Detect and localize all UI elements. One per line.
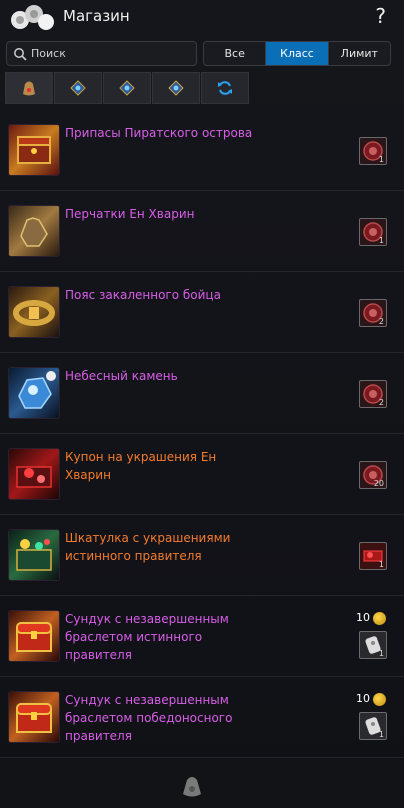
shop-panel: Магазин ? Все Класс Лимит — [0, 0, 404, 808]
tab-bag[interactable] — [5, 72, 53, 104]
filter-limit[interactable]: Лимит — [327, 42, 390, 65]
item-belt-icon — [8, 286, 60, 338]
refresh-icon — [218, 81, 232, 95]
list-item[interactable]: Небесный камень 2 — [0, 353, 404, 434]
search-box[interactable] — [6, 41, 197, 66]
token-icon: 1 — [359, 218, 387, 246]
cost-quantity: 1 — [378, 649, 384, 658]
item-name: Небесный камень — [65, 369, 178, 383]
item-name: Перчатки Ен Хварин — [65, 207, 195, 221]
gold-price: 10 — [356, 611, 370, 624]
search-input[interactable] — [31, 45, 191, 62]
coins-logo-icon — [11, 5, 54, 30]
list-item[interactable]: Пояс закаленного бойца 2 — [0, 272, 404, 353]
search-icon — [14, 48, 27, 61]
cost-quantity: 1 — [378, 236, 384, 245]
tab-gem-2[interactable] — [103, 72, 151, 104]
filter-segmented-control: Все Класс Лимит — [203, 41, 391, 66]
list-item[interactable]: Купон на украшения Ен Хварин 20 — [0, 434, 404, 515]
token-icon: 2 — [359, 380, 387, 408]
page-title: Магазин — [63, 7, 130, 25]
cost-quantity: 20 — [373, 479, 384, 488]
filter-class[interactable]: Класс — [265, 42, 328, 65]
tab-gem-1[interactable] — [54, 72, 102, 104]
silver-token-icon: 1 — [359, 712, 387, 740]
tab-refresh[interactable] — [201, 72, 249, 104]
gem-icon — [70, 80, 86, 96]
gold-price: 10 — [356, 692, 370, 705]
cost-quantity: 1 — [378, 730, 384, 739]
bag-icon — [23, 81, 35, 96]
cost-quantity: 1 — [378, 560, 384, 569]
silver-token-icon: 1 — [359, 631, 387, 659]
cost-quantity: 1 — [378, 155, 384, 164]
filter-all[interactable]: Все — [204, 42, 265, 65]
item-coupon-icon — [8, 448, 60, 500]
item-name: Пояс закаленного бойца — [65, 288, 221, 302]
item-name: Сундук с незавершенным браслетом истинно… — [65, 612, 229, 662]
cost-quantity: 2 — [378, 317, 384, 326]
header: Магазин ? — [0, 0, 404, 36]
gold-coin-icon — [373, 693, 386, 706]
item-gloves-icon — [8, 205, 60, 257]
item-stone-icon — [8, 367, 60, 419]
list-item[interactable]: Сундук с незавершенным браслетом победон… — [0, 677, 404, 758]
gem-icon — [168, 80, 184, 96]
gem-icon — [119, 80, 135, 96]
token-icon: 2 — [359, 299, 387, 327]
item-jewel-box-icon — [8, 529, 60, 581]
item-chest-icon — [8, 124, 60, 176]
item-chest-icon — [8, 610, 60, 662]
tab-gem-3[interactable] — [152, 72, 200, 104]
token-icon: 20 — [359, 461, 387, 489]
item-name: Припасы Пиратского острова — [65, 126, 253, 140]
list-item[interactable]: Шкатулка с украшениями истинного правите… — [0, 515, 404, 596]
gold-coin-icon — [373, 612, 386, 625]
item-chest-icon — [8, 691, 60, 743]
list-item[interactable]: Перчатки Ен Хварин 1 — [0, 191, 404, 272]
money-bag-icon[interactable] — [178, 772, 206, 800]
list-item[interactable]: Припасы Пиратского острова 1 — [0, 110, 404, 191]
help-button[interactable]: ? — [375, 4, 386, 28]
category-tabs — [5, 72, 250, 104]
cost-quantity: 2 — [378, 398, 384, 407]
item-name: Купон на украшения Ен Хварин — [65, 450, 217, 482]
token-icon: 1 — [359, 137, 387, 165]
coupon-token-icon: 1 — [359, 542, 387, 570]
list-item[interactable]: Сундук с незавершенным браслетом истинно… — [0, 596, 404, 677]
item-name: Шкатулка с украшениями истинного правите… — [65, 531, 231, 563]
item-name: Сундук с незавершенным браслетом победон… — [65, 693, 233, 743]
